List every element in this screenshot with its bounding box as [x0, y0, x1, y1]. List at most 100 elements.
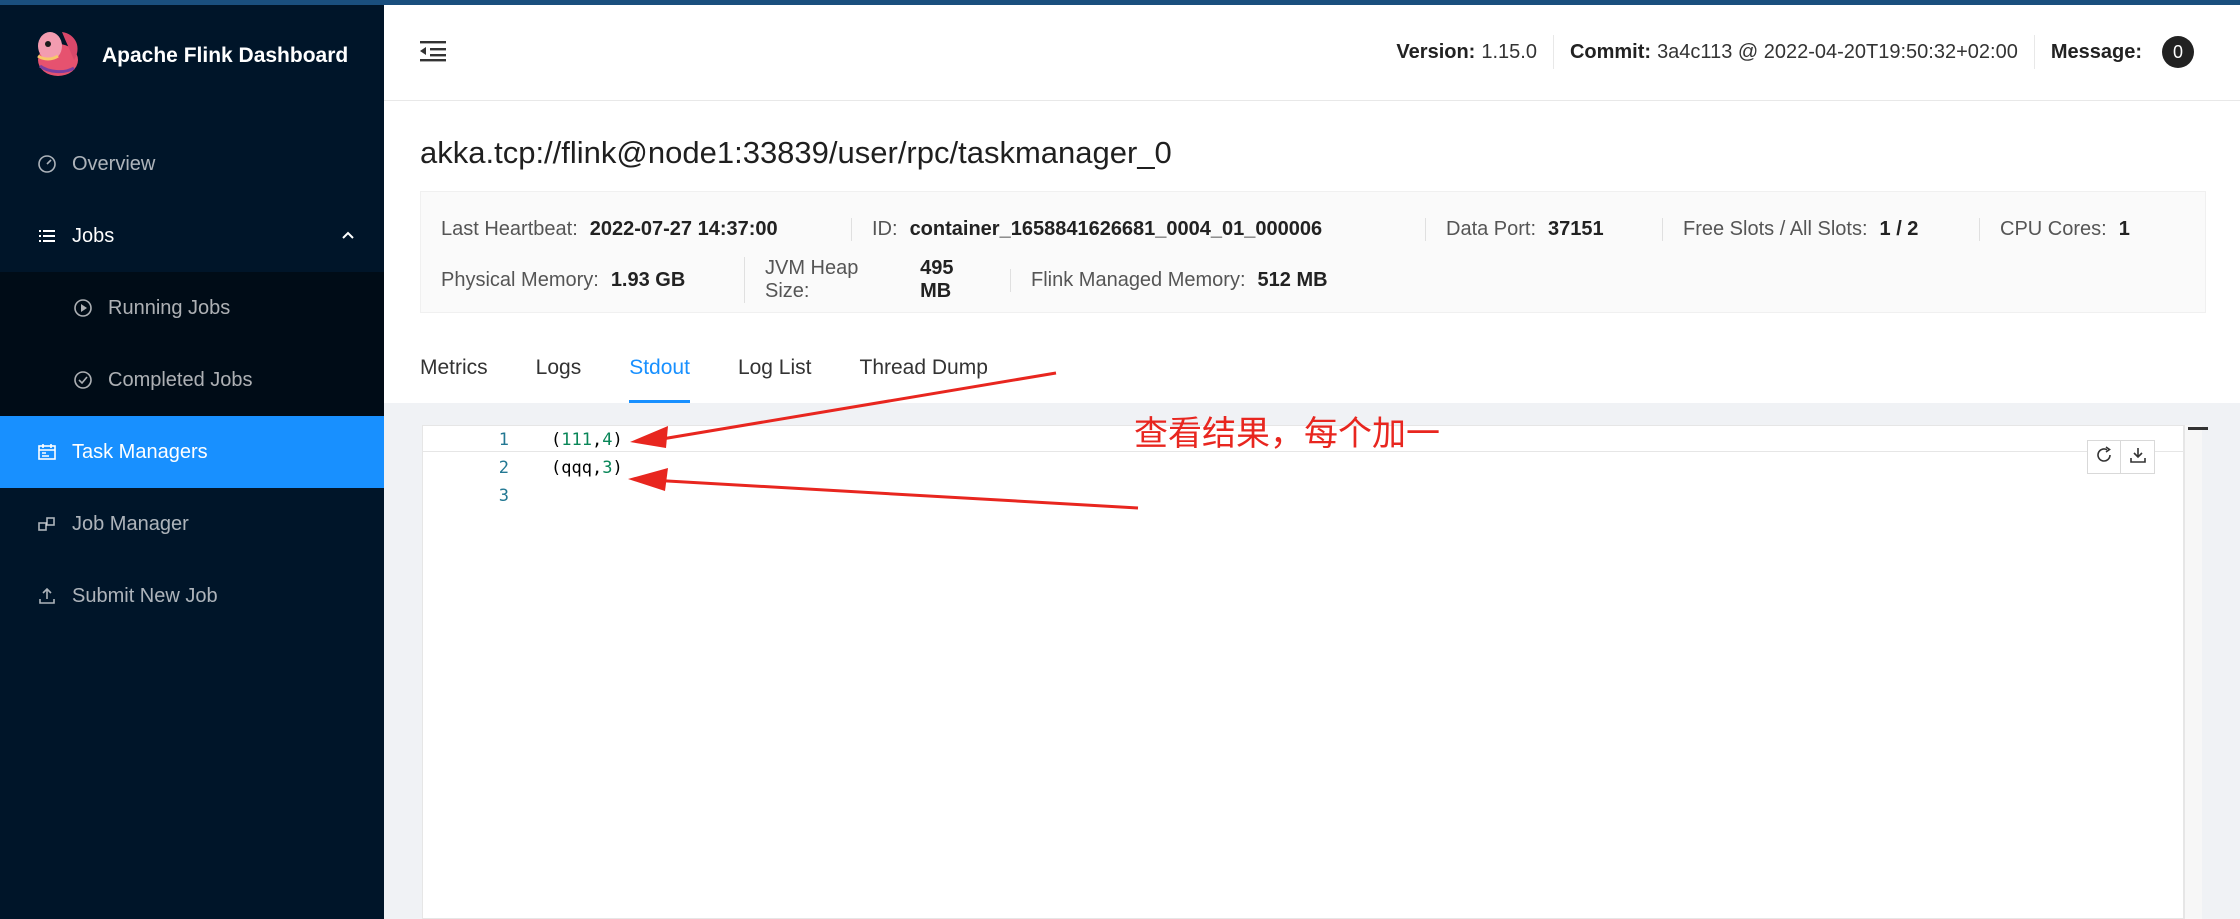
sidebar-item-label: Job Manager [72, 512, 189, 535]
sidebar-item-overview[interactable]: Overview [0, 128, 384, 200]
tab-stdout[interactable]: Stdout [629, 333, 690, 403]
tab-logs[interactable]: Logs [536, 333, 582, 403]
container-id: ID: container_1658841626681_0004_01_0000… [851, 217, 1425, 241]
header: Version: 1.15.0 Commit: 3a4c113 @ 2022-0… [384, 5, 2240, 101]
code-line: 3 [423, 482, 509, 510]
sidebar-item-running-jobs[interactable]: Running Jobs [0, 272, 384, 344]
info-value: 2022-07-27 14:37:00 [589, 217, 778, 240]
download-icon [2128, 445, 2148, 470]
app-logo[interactable]: Apache Flink Dashboard [30, 24, 348, 88]
code-line: 2 (qqq,3) [423, 454, 623, 482]
dashboard-icon [36, 153, 58, 175]
chevron-up-icon [340, 226, 356, 249]
code-token: ) [612, 458, 623, 478]
sidebar-item-jobs[interactable]: Jobs [0, 200, 384, 272]
info-value: container_1658841626681_0004_01_000006 [909, 217, 1323, 240]
info-row: Last Heartbeat: 2022-07-27 14:37:00 ID: … [421, 214, 2179, 244]
check-circle-icon [72, 369, 94, 391]
annotation-text: 查看结果，每个加一 [1134, 414, 1440, 454]
flink-squirrel-icon [30, 26, 90, 86]
message-label: Message: [2050, 40, 2142, 63]
sidebar-menu: Overview Jobs Running Jobs Completed Job… [0, 128, 384, 632]
info-label: CPU Cores: [2000, 217, 2107, 240]
tab-log-list[interactable]: Log List [738, 333, 812, 403]
download-button[interactable] [2121, 440, 2155, 474]
commit-info: Commit: 3a4c113 @ 2022-04-20T19:50:32+02… [1552, 35, 2034, 69]
info-value: 1 / 2 [1879, 217, 1919, 240]
code-line: 1 (111,4) [423, 426, 623, 454]
info-value: 37151 [1548, 217, 1604, 240]
info-label: Flink Managed Memory: [1031, 268, 1246, 291]
code-token: 111 [561, 430, 592, 450]
play-circle-icon [72, 297, 94, 319]
reload-button[interactable] [2087, 440, 2121, 474]
info-value: 1.93 GB [610, 268, 686, 291]
info-value: 495 MB [920, 257, 954, 302]
main-content: akka.tcp://flink@node1:33839/user/rpc/ta… [384, 101, 2240, 919]
code-token: ) [612, 430, 623, 450]
version-info: Version: 1.15.0 [1380, 35, 1553, 69]
header-info: Version: 1.15.0 Commit: 3a4c113 @ 2022-0… [1380, 35, 2210, 69]
code-token: ( [551, 430, 562, 450]
schedule-icon [36, 441, 58, 463]
minimize-icon[interactable] [2188, 427, 2208, 430]
sidebar-item-submit-new-job[interactable]: Submit New Job [0, 560, 384, 632]
sidebar-item-label: Overview [72, 152, 156, 175]
info-label: Data Port: [1446, 217, 1537, 240]
info-row: Physical Memory: 1.93 GB JVM Heap Size: … [421, 257, 1348, 303]
stdout-code-editor[interactable]: 1 (111,4) 2 (qqq,3) 3 [422, 425, 2185, 919]
line-number: 1 [498, 430, 509, 450]
sidebar-item-task-managers[interactable]: Task Managers [0, 416, 384, 488]
flink-managed-memory: Flink Managed Memory: 512 MB [1010, 268, 1348, 292]
line-number: 2 [498, 458, 509, 478]
info-label: JVM Heap Size: [765, 257, 859, 302]
sidebar-item-label: Running Jobs [108, 296, 231, 319]
sidebar-item-job-manager[interactable]: Job Manager [0, 488, 384, 560]
stdout-panel: 1 (111,4) 2 (qqq,3) 3 [384, 403, 2240, 919]
sidebar: Apache Flink Dashboard Overview Jobs Run… [0, 0, 384, 919]
sidebar-item-label: Task Managers [72, 440, 208, 463]
sidebar-item-label: Completed Jobs [108, 368, 253, 391]
message-info[interactable]: Message: 0 [2033, 35, 2210, 69]
code-text: (qqq,3) [551, 458, 623, 478]
info-value: 1 [2118, 217, 2130, 240]
page-title: akka.tcp://flink@node1:33839/user/rpc/ta… [420, 135, 1172, 170]
code-token: qqq [561, 458, 592, 478]
code-token: 3 [602, 458, 613, 478]
top-accent-line [0, 0, 2240, 5]
physical-memory: Physical Memory: 1.93 GB [421, 269, 744, 292]
data-port: Data Port: 37151 [1425, 217, 1662, 241]
info-label: Free Slots / All Slots: [1683, 217, 1868, 240]
menu-fold-icon[interactable] [420, 39, 448, 68]
sidebar-item-label: Submit New Job [72, 584, 218, 607]
list-icon [36, 225, 58, 247]
code-token: ( [551, 458, 562, 478]
code-token: 4 [602, 430, 613, 450]
cpu-cores: CPU Cores: 1 [1979, 217, 2179, 241]
tab-thread-dump[interactable]: Thread Dump [860, 333, 988, 403]
info-label: Physical Memory: [441, 268, 599, 291]
upload-icon [36, 585, 58, 607]
task-manager-descriptions: Last Heartbeat: 2022-07-27 14:37:00 ID: … [420, 191, 2206, 313]
reload-icon [2094, 445, 2114, 470]
free-slots: Free Slots / All Slots: 1 / 2 [1662, 217, 1979, 241]
info-label: Last Heartbeat: [441, 217, 578, 240]
jvm-heap-size: JVM Heap Size: 495 MB [744, 257, 1010, 303]
tab-metrics[interactable]: Metrics [420, 333, 488, 403]
info-value: 512 MB [1257, 268, 1328, 291]
message-count-badge[interactable]: 0 [2162, 36, 2194, 68]
version-label: Version: [1396, 40, 1476, 63]
editor-toolbar [2087, 440, 2155, 474]
version-value: 1.15.0 [1481, 40, 1537, 63]
info-label: ID: [872, 217, 898, 240]
code-text: (111,4) [551, 430, 623, 450]
code-token: , [591, 430, 603, 450]
editor-scrollbar[interactable] [2184, 425, 2202, 919]
sidebar-item-completed-jobs[interactable]: Completed Jobs [0, 344, 384, 416]
task-manager-tabs: Metrics Logs Stdout Log List Thread Dump [420, 333, 1036, 403]
last-heartbeat: Last Heartbeat: 2022-07-27 14:37:00 [421, 218, 851, 241]
line-number: 3 [498, 486, 509, 506]
commit-value: 3a4c113 @ 2022-04-20T19:50:32+02:00 [1657, 40, 2018, 63]
sidebar-item-label: Jobs [72, 224, 115, 247]
cluster-icon [36, 513, 58, 535]
